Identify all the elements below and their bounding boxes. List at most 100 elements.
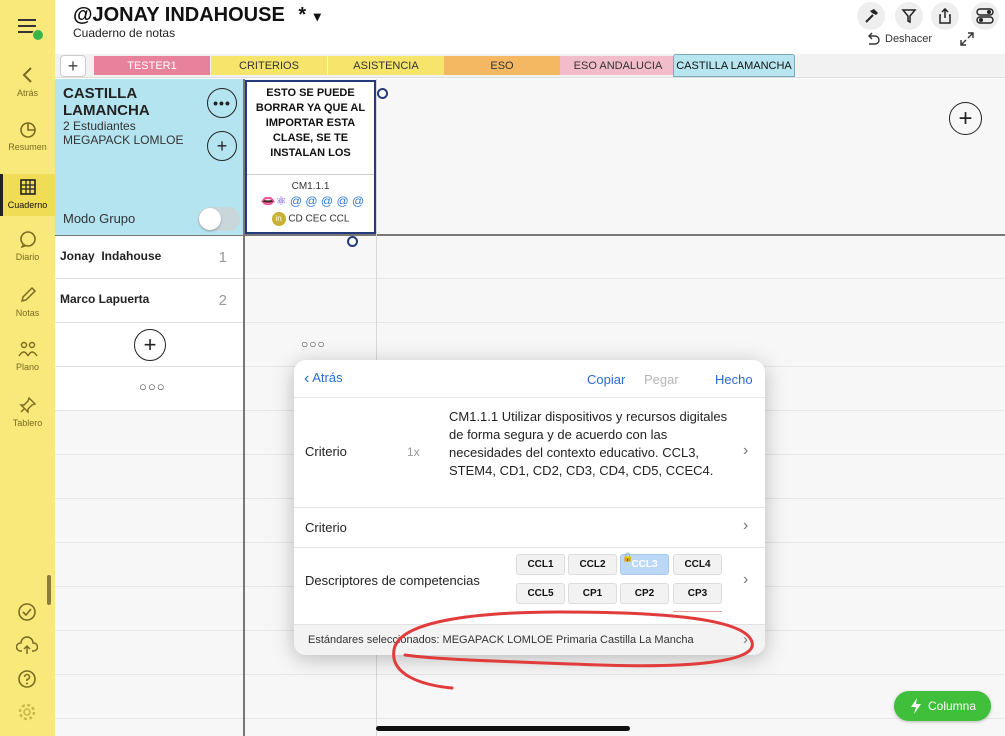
sidebar-item-diario[interactable]: Diario [0, 230, 55, 270]
resize-handle-bottom[interactable] [347, 236, 358, 247]
chevron-left-icon: ‹ [304, 370, 310, 387]
criterion-popover: ‹ Atrás Copiar Pegar Hecho Criterio 1x C… [294, 360, 765, 655]
sidebar-item-tablero[interactable]: Tablero [0, 396, 55, 436]
tab-castilla-lamancha[interactable]: CASTILLA LAMANCHA [673, 54, 795, 77]
descriptor-chip[interactable]: CP2 [620, 583, 669, 604]
resize-handle-top[interactable] [377, 88, 388, 99]
sidebar: Atrás Resumen Cuaderno Diario Notas Plan… [0, 0, 55, 736]
plus-icon: + [216, 135, 228, 156]
column-header[interactable]: ESTO SE PUEDE BORRAR YA QUE AL IMPORTAR … [245, 80, 376, 234]
add-student-top-button[interactable]: + [207, 131, 237, 161]
notebook-title-button[interactable]: @JONAY INDAHOUSE * ▾ [73, 4, 321, 27]
plus-icon: + [958, 104, 973, 132]
student-row[interactable]: Marco Lapuerta 2 [55, 279, 243, 323]
column-code: CM1.1.1 [291, 181, 330, 192]
cloud-upload-button[interactable] [15, 636, 39, 661]
toggle-knob [199, 208, 221, 230]
tab-asistencia[interactable]: ASISTENCIA [328, 56, 444, 75]
criterion-row[interactable]: Criterio 1x CM1.1.1 Utilizar dispositivo… [294, 398, 765, 508]
group-mode-label: Modo Grupo [63, 211, 136, 226]
class-options-button[interactable]: ••• [207, 88, 237, 118]
back-button[interactable]: ‹ Atrás [304, 370, 343, 388]
descriptor-chip[interactable]: CP3 [673, 583, 722, 604]
tab-eso-andalucia[interactable]: ESO ANDALUCIA [560, 56, 676, 75]
chevron-down-icon: ▾ [313, 8, 321, 24]
tab-criterios[interactable]: CRITERIOS [211, 56, 327, 75]
column-title: ESTO SE PUEDE BORRAR YA QUE AL IMPORTAR … [255, 87, 366, 159]
undo-button[interactable]: Deshacer [865, 32, 932, 46]
descriptor-chip[interactable]: CCL2 [568, 554, 617, 575]
column-competences-row: in CD CEC CCL [247, 212, 374, 226]
add-student-button[interactable]: + [134, 329, 166, 361]
student-name: Jonay Indahouse [60, 249, 162, 263]
student-number: 2 [218, 292, 227, 309]
tab-tester1[interactable]: TESTER1 [94, 56, 210, 75]
more-options-row: ○○○ [55, 367, 243, 411]
criterion-row-2[interactable]: Criterio › [294, 508, 765, 548]
student-count: 2 Estudiantes [63, 119, 136, 133]
done-button[interactable]: Hecho [715, 372, 753, 387]
descriptor-chip[interactable]: CCL5 [516, 583, 565, 604]
filter-icon [901, 9, 917, 24]
copy-button[interactable]: Copiar [587, 372, 625, 387]
selected-standards-footer[interactable]: Estándares seleccionados: MEGAPACK LOMLO… [294, 624, 765, 655]
tab-label: CASTILLA LAMANCHA [676, 59, 792, 72]
check-button[interactable] [17, 602, 37, 627]
share-button[interactable] [931, 2, 959, 30]
pack-name: MEGAPACK LOMLOE [63, 133, 184, 147]
menu-button[interactable] [18, 18, 44, 41]
sidebar-item-label: Resumen [8, 142, 47, 152]
tab-eso[interactable]: ESO [444, 56, 560, 75]
add-student-row: + [55, 323, 243, 367]
page-subtitle: Cuaderno de notas [73, 26, 176, 40]
add-tab-button[interactable]: + [60, 55, 86, 77]
lips-icon: 👄 [260, 194, 276, 208]
chevron-right-icon: › [743, 571, 749, 588]
sidebar-item-cuaderno[interactable]: Cuaderno [0, 174, 55, 216]
descriptors-label: Descriptores de competencias [305, 573, 480, 588]
descriptor-chip[interactable]: CCL1 [516, 554, 565, 575]
descriptor-chip-selected[interactable]: 🔒 CCL3 [620, 552, 669, 575]
settings-button[interactable] [17, 702, 37, 727]
filter-button[interactable] [895, 2, 923, 30]
sidebar-item-label: Atrás [16, 88, 38, 98]
sidebar-item-resumen[interactable]: Resumen [0, 120, 55, 160]
chevron-right-icon: › [743, 631, 748, 648]
scroll-indicator[interactable] [47, 575, 51, 605]
column-icons: 👄⚛ @ @ @ @ @ [260, 194, 365, 208]
sidebar-item-plano[interactable]: Plano [0, 340, 55, 380]
hammer-button[interactable] [857, 2, 885, 30]
group-mode-toggle[interactable] [198, 207, 240, 231]
sidebar-item-atras[interactable]: Atrás [0, 66, 55, 106]
undo-icon [868, 32, 880, 45]
more-options-button[interactable]: ○○○ [139, 379, 166, 394]
sidebar-item-notas[interactable]: Notas [0, 286, 55, 326]
pin-icon [18, 396, 36, 414]
pencil-icon [20, 286, 36, 303]
column-more-options-button[interactable]: ○○○ [301, 337, 326, 351]
column-competences: CD CEC CCL [288, 213, 350, 225]
people-icon [17, 341, 38, 357]
paste-button[interactable]: Pegar [644, 372, 679, 387]
share-icon [939, 8, 951, 24]
help-button[interactable] [17, 669, 37, 694]
descriptor-chip[interactable]: CP1 [568, 583, 617, 604]
expand-button[interactable] [959, 31, 975, 52]
class-title: CASTILLA LAMANCHA [63, 85, 150, 119]
sidebar-item-label: Notas [15, 308, 40, 318]
expand-icon [960, 32, 974, 46]
student-row[interactable]: Jonay Indahouse 1 [55, 236, 243, 279]
toggles-button[interactable] [971, 2, 999, 30]
descriptors-row[interactable]: Descriptores de competencias CCL1 CCL2 🔒… [294, 548, 765, 624]
bookmark-badge-icon: in [271, 212, 286, 226]
sidebar-item-label: Diario [15, 252, 40, 262]
pie-chart-icon [19, 122, 36, 138]
sidebar-item-label: Tablero [12, 418, 43, 428]
tab-label: ASISTENCIA [353, 59, 419, 72]
add-column-fab[interactable]: Columna [894, 691, 991, 721]
sidebar-item-label: Cuaderno [7, 200, 48, 210]
class-title-line: LAMANCHA [63, 102, 150, 119]
descriptor-chip[interactable]: CCL4 [673, 554, 722, 575]
add-column-button[interactable]: + [949, 102, 982, 135]
class-title-line: CASTILLA [63, 85, 138, 102]
